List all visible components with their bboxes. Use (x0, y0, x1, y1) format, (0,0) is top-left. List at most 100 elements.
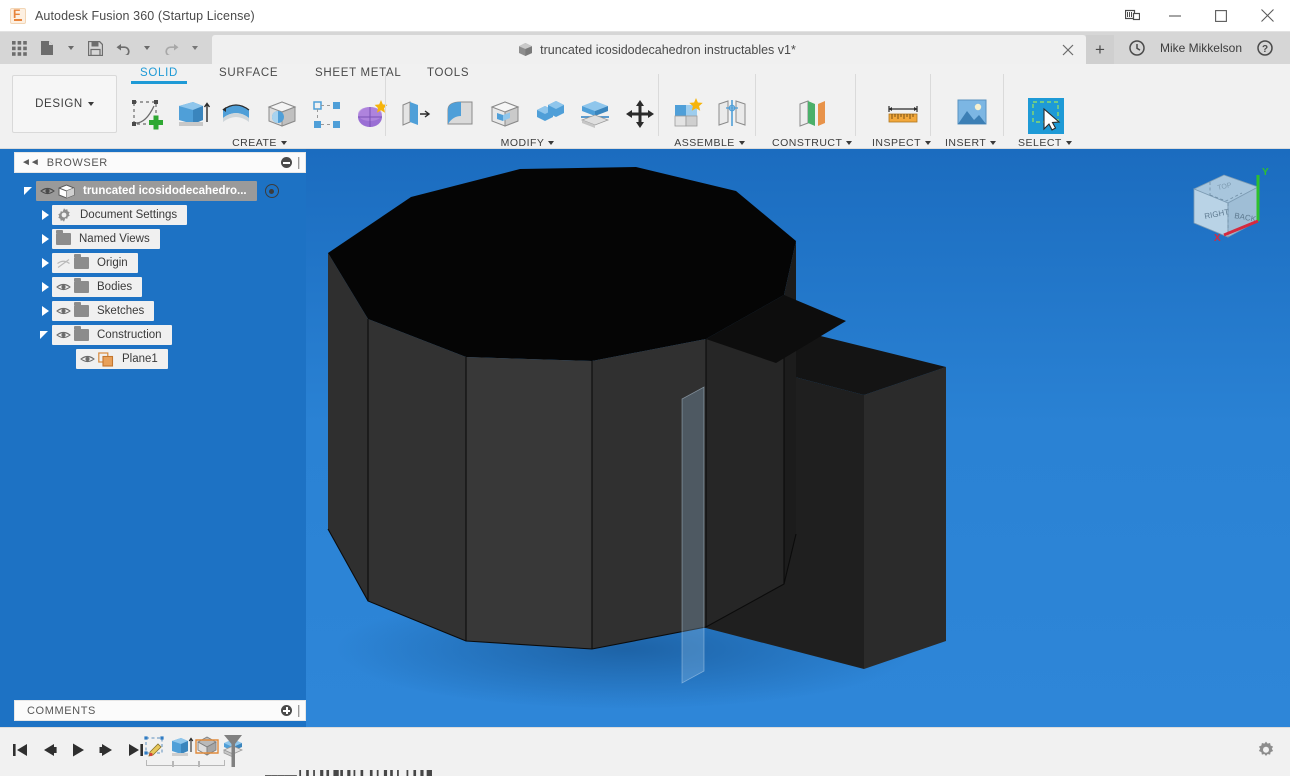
folder-icon (56, 233, 71, 245)
tab-sheet-metal[interactable]: SHEET METAL (315, 67, 402, 83)
new-file-dropdown-icon[interactable] (62, 35, 80, 61)
minimize-button[interactable] (1152, 0, 1198, 32)
measure-icon[interactable] (883, 96, 921, 134)
new-file-icon[interactable] (34, 35, 60, 61)
tree-chip[interactable]: Construction (52, 325, 172, 345)
ribbon-divider (930, 74, 931, 136)
eye-visible-icon[interactable] (52, 306, 74, 316)
create-group-label[interactable]: CREATE (232, 137, 287, 149)
redo-icon[interactable] (158, 35, 184, 61)
collapse-circle-icon[interactable] (281, 157, 292, 168)
document-tab[interactable]: truncated icosidodecahedron instructable… (212, 35, 1086, 64)
tree-item-component[interactable]: truncated icosidodecahedro... (0, 179, 306, 203)
twist-open-icon[interactable] (38, 328, 52, 342)
tree-chip[interactable]: Sketches (52, 301, 154, 321)
modify-tools (396, 90, 659, 134)
maximize-button[interactable] (1198, 0, 1244, 32)
new-component-icon[interactable] (668, 96, 706, 134)
tree-chip[interactable]: truncated icosidodecahedro... (36, 181, 257, 201)
tree-item-document-settings[interactable]: Document Settings (0, 203, 306, 227)
shell-icon[interactable] (486, 96, 524, 134)
eye-hidden-icon[interactable] (52, 258, 74, 269)
inspect-group-label[interactable]: INSPECT (872, 137, 931, 149)
view-cube[interactable]: RIGHT BACK TOP Y X (1180, 161, 1276, 257)
modify-group-label[interactable]: MODIFY (501, 137, 555, 149)
clock-history-icon[interactable] (1124, 35, 1150, 61)
twist-closed-icon[interactable] (38, 304, 52, 318)
eye-visible-icon[interactable] (52, 330, 74, 340)
tab-tools[interactable]: TOOLS (427, 67, 469, 83)
timeline-controls (8, 738, 148, 762)
double-chevron-left-icon[interactable]: ◄◄ (21, 157, 39, 168)
extrude-icon[interactable] (173, 96, 211, 134)
resize-grip-icon[interactable] (298, 157, 300, 169)
gear-icon[interactable] (1256, 740, 1280, 764)
tree-item-origin[interactable]: Origin (0, 251, 306, 275)
step-back-icon[interactable] (37, 738, 61, 762)
display-settings-icon[interactable] (1112, 0, 1152, 32)
sketch-feature-icon[interactable] (142, 734, 168, 760)
construct-group-label[interactable]: CONSTRUCT (772, 137, 852, 149)
split-face-icon[interactable] (576, 96, 614, 134)
tree-item-construction[interactable]: Construction (0, 323, 306, 347)
twist-closed-icon[interactable] (38, 256, 52, 270)
revolve-icon[interactable] (218, 96, 256, 134)
assemble-group-label[interactable]: ASSEMBLE (674, 137, 745, 149)
select-group-label[interactable]: SELECT (1018, 137, 1072, 149)
offset-plane-icon[interactable] (793, 96, 831, 134)
close-icon[interactable] (1062, 43, 1076, 57)
sweep-icon[interactable] (263, 96, 301, 134)
twist-closed-icon[interactable] (38, 280, 52, 294)
press-pull-icon[interactable] (396, 96, 434, 134)
resize-grip-icon[interactable] (298, 705, 300, 717)
redo-dropdown-icon[interactable] (186, 35, 204, 61)
eye-visible-icon[interactable] (36, 186, 58, 196)
step-forward-icon[interactable] (95, 738, 119, 762)
fillet-icon[interactable] (441, 96, 479, 134)
comments-panel[interactable]: COMMENTS (14, 700, 306, 721)
select-window-icon[interactable] (1026, 96, 1064, 134)
add-tab-button[interactable]: + (1086, 35, 1114, 64)
help-question-icon[interactable]: ? (1252, 35, 1278, 61)
timeline-marker-icon[interactable] (222, 734, 244, 773)
combine-icon[interactable] (531, 96, 569, 134)
skip-first-icon[interactable] (8, 738, 32, 762)
move-copy-icon[interactable] (621, 96, 659, 134)
tree-chip[interactable]: Named Views (52, 229, 160, 249)
eye-visible-icon[interactable] (76, 354, 98, 364)
tree-item-bodies[interactable]: Bodies (0, 275, 306, 299)
eye-visible-icon[interactable] (52, 282, 74, 292)
save-icon[interactable] (82, 35, 108, 61)
workspace-selector[interactable]: DESIGN (12, 75, 117, 133)
tree-item-named-views[interactable]: Named Views (0, 227, 306, 251)
pattern-icon[interactable] (308, 96, 346, 134)
twist-closed-icon[interactable] (38, 232, 52, 246)
tab-surface[interactable]: SURFACE (219, 67, 278, 83)
twist-closed-icon[interactable] (38, 208, 52, 222)
tree-item-sketches[interactable]: Sketches (0, 299, 306, 323)
tree-item-plane1[interactable]: Plane1 (0, 347, 306, 371)
insert-image-icon[interactable] (952, 96, 990, 134)
tree-chip[interactable]: Plane1 (76, 349, 168, 369)
add-comment-icon[interactable] (281, 705, 292, 716)
tree-chip[interactable]: Origin (52, 253, 138, 273)
quick-access-tab-row: truncated icosidodecahedron instructable… (0, 32, 1290, 64)
extrude-feature-icon[interactable] (168, 734, 194, 760)
undo-dropdown-icon[interactable] (138, 35, 156, 61)
undo-icon[interactable] (110, 35, 136, 61)
browser-panel: ◄◄ BROWSER (0, 149, 306, 727)
tree-chip[interactable]: Bodies (52, 277, 142, 297)
insert-group-label[interactable]: INSERT (945, 137, 996, 149)
close-button[interactable] (1244, 0, 1290, 32)
canvas-viewport[interactable]: RIGHT BACK TOP Y X (306, 149, 1290, 727)
user-name[interactable]: Mike Mikkelson (1160, 41, 1242, 55)
twist-open-icon[interactable] (22, 184, 36, 198)
plane-feature-icon[interactable] (194, 734, 220, 760)
app-grid-icon[interactable] (6, 35, 32, 61)
tab-solid[interactable]: SOLID (140, 67, 178, 83)
play-icon[interactable] (66, 738, 90, 762)
create-sketch-icon[interactable] (128, 96, 166, 134)
activate-component-icon[interactable] (265, 184, 279, 198)
joint-icon[interactable] (713, 96, 751, 134)
tree-chip[interactable]: Document Settings (52, 205, 187, 225)
